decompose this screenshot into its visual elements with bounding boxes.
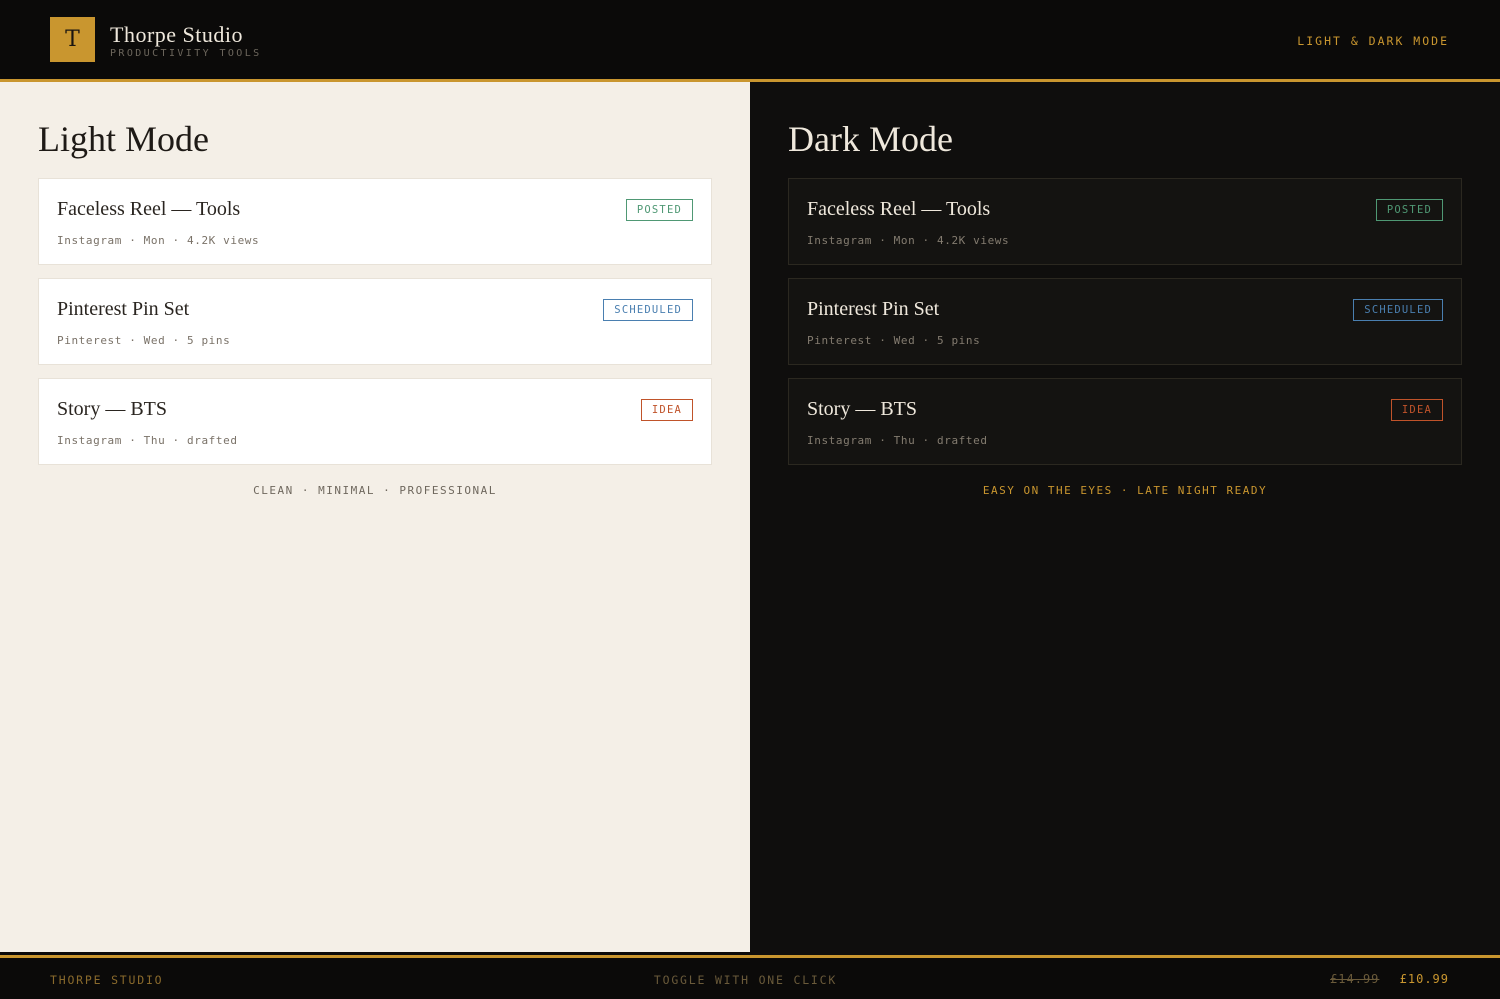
panel-tagline: CLEAN · MINIMAL · PROFESSIONAL [253,484,497,497]
content-card[interactable]: Faceless Reel — Tools Instagram · Mon · … [38,178,712,265]
status-badge: POSTED [625,199,693,221]
light-mode-panel: Light Mode Faceless Reel — Tools Instagr… [0,82,750,952]
content-card[interactable]: Faceless Reel — Tools Instagram · Mon · … [788,178,1462,265]
logo-letter: T [65,27,80,52]
content-card[interactable]: Story — BTS Instagram · Thu · drafted ID… [38,378,712,465]
card-meta: Pinterest · Wed · 5 pins [807,334,981,347]
content-card[interactable]: Pinterest Pin Set Pinterest · Wed · 5 pi… [38,278,712,365]
footer-cta: TOGGLE WITH ONE CLICK [653,973,838,987]
footer: THORPE STUDIO TOGGLE WITH ONE CLICK £14.… [0,958,1500,999]
header: T Thorpe Studio PRODUCTIVITY TOOLS LIGHT… [0,0,1500,80]
card-meta: Pinterest · Wed · 5 pins [57,334,231,347]
brand-subtitle: PRODUCTIVITY TOOLS [110,48,262,59]
status-badge: SCHEDULED [603,299,693,321]
logo-icon: T [50,17,95,62]
status-badge: IDEA [1390,399,1443,421]
card-meta: Instagram · Mon · 4.2K views [807,234,1010,247]
new-price: £10.99 [1399,972,1449,986]
card-title: Pinterest Pin Set [807,298,940,320]
card-meta: Instagram · Mon · 4.2K views [57,234,260,247]
content-card[interactable]: Pinterest Pin Set Pinterest · Wed · 5 pi… [788,278,1462,365]
card-title: Faceless Reel — Tools [807,198,991,220]
card-title: Story — BTS [57,398,168,420]
status-badge: POSTED [1375,199,1443,221]
panel-title: Light Mode [38,119,209,159]
status-badge: IDEA [640,399,693,421]
panel-title: Dark Mode [788,119,953,159]
card-meta: Instagram · Thu · drafted [807,434,988,447]
card-title: Story — BTS [807,398,918,420]
header-mode-label: LIGHT & DARK MODE [1297,34,1449,48]
brand-name: Thorpe Studio [110,22,243,47]
old-price: £14.99 [1330,972,1380,986]
dark-mode-panel: Dark Mode Faceless Reel — Tools Instagra… [750,82,1500,957]
card-title: Pinterest Pin Set [57,298,190,320]
price: £14.99 £10.99 [1330,972,1449,986]
panel-tagline: EASY ON THE EYES · LATE NIGHT READY [982,484,1268,497]
card-title: Faceless Reel — Tools [57,198,241,220]
status-badge: SCHEDULED [1353,299,1443,321]
card-meta: Instagram · Thu · drafted [57,434,238,447]
content-card[interactable]: Story — BTS Instagram · Thu · drafted ID… [788,378,1462,465]
